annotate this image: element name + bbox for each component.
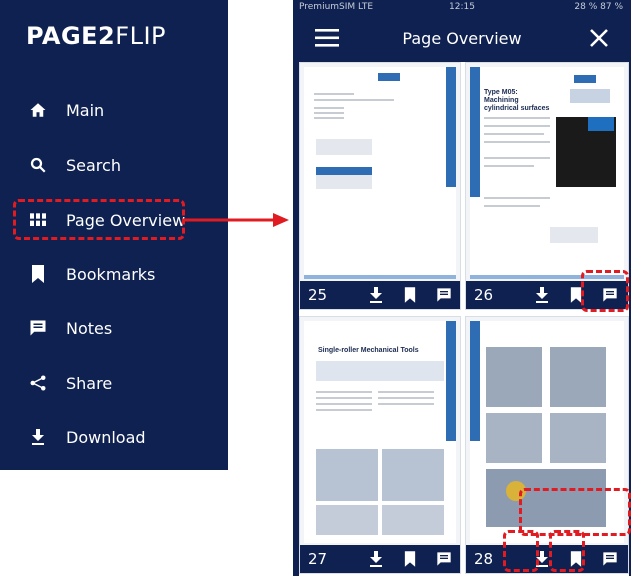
page-number: 25 (308, 286, 328, 304)
share-icon (28, 373, 48, 393)
menu-item-bookmarks[interactable]: Bookmarks (0, 254, 228, 294)
page-number: 26 (474, 286, 494, 304)
page-thumbnail-25[interactable]: 25 (299, 62, 461, 310)
page-preview: Single-roller Mechanical Tools (304, 321, 456, 543)
page-thumbnail-27[interactable]: Single-roller Mechanical Tools 27 (299, 316, 461, 574)
page-action-bar: 27 (300, 545, 460, 573)
menu-item-label: Share (66, 373, 113, 393)
highlight-download-button (503, 530, 539, 572)
search-icon (28, 155, 48, 175)
page-action-bar: 25 (300, 281, 460, 309)
menu-item-notes[interactable]: Notes (0, 308, 228, 348)
note-icon (28, 318, 48, 338)
menu-item-main[interactable]: Main (0, 90, 228, 130)
page-number: 27 (308, 550, 328, 568)
page-heading: Single-roller Mechanical Tools (318, 347, 419, 354)
close-icon[interactable] (589, 28, 609, 48)
status-bar: PremiumSIM LTE 12:15 28 % 87 % (293, 0, 631, 14)
arrow-icon (185, 213, 289, 227)
download-icon[interactable] (366, 285, 386, 305)
battery-label: 28 % 87 % (574, 2, 623, 12)
download-icon[interactable] (532, 285, 552, 305)
app-logo: PAGE2FLIP (26, 22, 166, 50)
download-icon[interactable] (366, 549, 386, 569)
bookmark-icon (28, 264, 48, 284)
page-preview (304, 67, 456, 279)
menu-item-label: Download (66, 427, 146, 447)
highlight-page-overview (13, 199, 185, 240)
download-icon (28, 427, 48, 447)
highlight-callout (519, 488, 631, 536)
menu-item-share[interactable]: Share (0, 363, 228, 403)
page-heading: Type M05: Machining cylindrical surfaces (484, 89, 550, 112)
home-icon (28, 100, 48, 120)
page-preview: Type M05: Machining cylindrical surfaces (470, 67, 624, 279)
highlight-bookmark-button (549, 530, 585, 572)
note-icon[interactable] (600, 549, 620, 569)
menu-item-label: Notes (66, 318, 113, 338)
menu-item-download[interactable]: Download (0, 417, 228, 457)
note-icon[interactable] (434, 549, 454, 569)
highlight-note-button (581, 270, 629, 312)
bookmark-icon[interactable] (400, 285, 420, 305)
menu-item-search[interactable]: Search (0, 145, 228, 185)
menu-item-label: Main (66, 100, 105, 120)
menu-item-label: Search (66, 155, 121, 175)
note-icon[interactable] (434, 285, 454, 305)
page-title: Page Overview (402, 29, 522, 48)
menu-item-label: Bookmarks (66, 264, 156, 284)
top-bar: Page Overview (293, 14, 631, 62)
page-action-bar: 28 (466, 545, 628, 573)
bookmark-icon[interactable] (400, 549, 420, 569)
